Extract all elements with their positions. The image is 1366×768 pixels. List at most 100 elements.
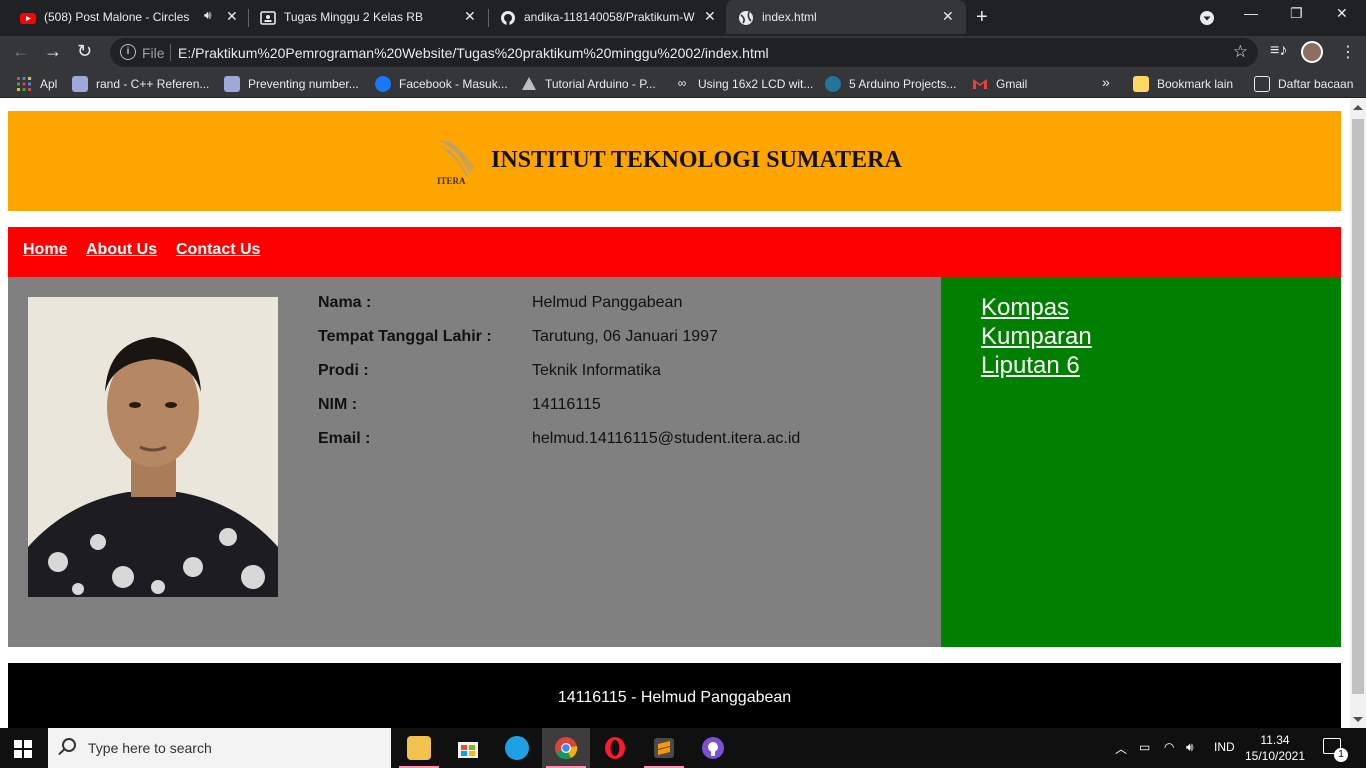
taskbar-clock[interactable]: 11.34 15/10/2021 (1242, 732, 1308, 764)
volume-icon[interactable]: 🔊︎ (1186, 740, 1194, 755)
taskbar-edge[interactable] (493, 728, 541, 768)
tab-classroom[interactable]: Tugas Minggu 2 Kelas RB ✕ (248, 0, 488, 34)
tab-github[interactable]: andika-118140058/Praktikum-W ✕ (488, 0, 728, 34)
tab-index-html[interactable]: index.html ✕ (726, 0, 966, 34)
search-icon (62, 738, 76, 752)
logo-text: ITERA (437, 176, 466, 186)
opera-icon (605, 737, 625, 759)
forward-icon[interactable]: → (44, 41, 62, 62)
minimize-icon[interactable]: — (1244, 5, 1258, 21)
address-bar[interactable]: i File E:/Praktikum%20Pemrograman%20Webs… (110, 38, 1258, 67)
bookmarks-bar: Apl rand - C++ Referen... Preventing num… (0, 70, 1366, 98)
taskbar-opera[interactable] (591, 728, 639, 768)
bookmark-item[interactable]: Preventing number... (224, 76, 359, 92)
taskbar-store[interactable] (444, 728, 492, 768)
github-desktop-icon (702, 737, 724, 759)
bookmark-item[interactable]: Gmail (972, 76, 1027, 92)
bookmark-item[interactable]: ∞ Using 16x2 LCD wit... (674, 76, 814, 92)
file-explorer-icon (407, 736, 431, 760)
link-kumparan[interactable]: Kumparan (981, 323, 1092, 351)
windows-taskbar: Type here to search ︿ ▭ ◠ 🔊︎ IND 11.34 1… (0, 728, 1366, 768)
page-title: INSTITUT TEKNOLOGI SUMATERA (491, 147, 902, 173)
bio-row-prodi: Prodi : Teknik Informatika (318, 362, 918, 382)
bookmark-apps[interactable]: Apl (16, 76, 57, 92)
tab-search-icon[interactable] (1199, 10, 1215, 26)
globe-icon (739, 11, 753, 25)
bio-value: Teknik Informatika (532, 362, 661, 379)
nav-link-contact-us[interactable]: Contact Us (176, 241, 260, 259)
nav-link-about-us[interactable]: About Us (86, 241, 157, 259)
show-hidden-icons-icon[interactable]: ︿ (1115, 740, 1127, 757)
bookmark-label: rand - C++ Referen... (96, 77, 210, 91)
url-scheme-label: File (142, 45, 165, 61)
bookmark-star-icon[interactable]: ☆ (1233, 42, 1248, 62)
bookmark-label: Preventing number... (248, 77, 359, 91)
battery-icon[interactable]: ▭ (1139, 740, 1150, 754)
arduino-icon (522, 77, 536, 90)
browser-toolbar: ← → ↻ i File E:/Praktikum%20Pemrograman%… (0, 36, 1366, 70)
info-icon[interactable]: i (120, 44, 136, 60)
bookmark-item[interactable]: rand - C++ Referen... (72, 76, 209, 92)
language-indicator[interactable]: IND (1214, 740, 1235, 754)
clock-time: 11.34 (1260, 733, 1290, 747)
folder-icon (1133, 76, 1149, 92)
taskbar-chrome[interactable] (542, 728, 590, 768)
bio-label: Prodi : (318, 362, 369, 379)
tab-title: (508) Post Malone - Circles - (44, 10, 192, 24)
cplusplus-icon (72, 76, 88, 92)
scroll-thumb[interactable] (1352, 119, 1364, 694)
avatar[interactable] (1301, 41, 1323, 63)
close-icon[interactable]: ✕ (226, 8, 238, 25)
taskbar-file-explorer[interactable] (395, 728, 443, 768)
bio-label: Tempat Tanggal Lahir : (318, 328, 492, 345)
bio-label: Nama : (318, 294, 372, 311)
link-liputan-6[interactable]: Liputan 6 (981, 352, 1080, 380)
new-tab-button[interactable]: + (976, 6, 988, 29)
link-kompas[interactable]: Kompas (981, 294, 1069, 322)
site-footer: 14116115 - Helmud Panggabean (8, 663, 1341, 728)
tab-strip: (508) Post Malone - Circles - 🔊︎ ✕ Tugas… (0, 0, 1366, 36)
more-menu-icon[interactable]: ⋮ (1340, 42, 1356, 62)
bookmark-label: Apl (40, 77, 58, 91)
wordpress-icon (825, 76, 841, 92)
tab-youtube[interactable]: (508) Post Malone - Circles - 🔊︎ ✕ (8, 0, 248, 34)
bookmark-item[interactable]: Tutorial Arduino - P... (521, 76, 656, 92)
url-text[interactable]: E:/Praktikum%20Pemrograman%20Website/Tug… (178, 45, 769, 61)
wifi-icon[interactable]: ◠ (1164, 740, 1174, 754)
windows-start-icon[interactable] (14, 740, 32, 758)
media-controls-icon[interactable]: ≡♪ (1270, 42, 1287, 60)
close-window-icon[interactable]: ✕ (1336, 5, 1348, 22)
taskbar-sublime[interactable] (640, 728, 688, 768)
close-icon[interactable]: ✕ (942, 8, 954, 25)
bookmark-item[interactable]: 5 Arduino Projects... (825, 76, 956, 92)
bookmarks-overflow-button[interactable]: » (1102, 74, 1110, 90)
scroll-down-icon[interactable] (1353, 717, 1363, 722)
taskbar-search-box[interactable]: Type here to search (48, 728, 391, 768)
youtube-icon (20, 13, 36, 24)
scroll-up-icon[interactable] (1353, 105, 1363, 110)
bookmark-folder-label: Bookmark lain (1157, 77, 1234, 91)
bookmark-item[interactable]: Facebook - Masuk... (375, 76, 508, 92)
bookmark-folder[interactable]: Bookmark lain (1133, 76, 1233, 92)
reading-list[interactable]: Daftar bacaan (1254, 76, 1353, 92)
page-scrollbar[interactable] (1350, 99, 1366, 728)
bio-row-nama: Nama : Helmud Panggabean (318, 294, 918, 314)
bookmark-label: 5 Arduino Projects... (849, 77, 957, 91)
reading-list-icon (1254, 76, 1270, 92)
sublime-text-icon (654, 738, 674, 758)
search-placeholder: Type here to search (88, 740, 212, 756)
reload-icon[interactable]: ↻ (77, 41, 92, 62)
chrome-icon (555, 737, 578, 760)
close-icon[interactable]: ✕ (704, 8, 716, 25)
nav-link-home[interactable]: Home (23, 241, 67, 259)
restore-icon[interactable]: ❐ (1290, 5, 1303, 22)
footer-text: 14116115 - Helmud Panggabean (557, 689, 792, 706)
back-icon[interactable]: ← (12, 41, 30, 62)
omnibox-divider (170, 44, 171, 61)
bookmark-label: Using 16x2 LCD wit... (698, 77, 814, 91)
taskbar-github-desktop[interactable] (689, 728, 737, 768)
cplusplus-icon (224, 76, 240, 92)
bio-row-nim: NIM : 14116115 (318, 396, 918, 416)
close-icon[interactable]: ✕ (464, 8, 476, 25)
speaker-icon[interactable]: 🔊︎ (204, 8, 212, 23)
